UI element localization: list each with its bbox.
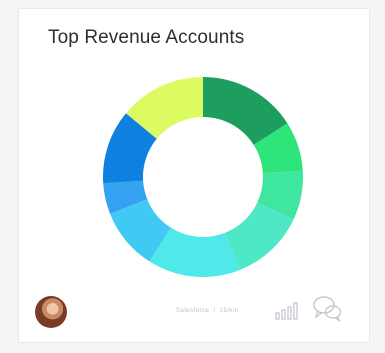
donut-chart [103, 77, 303, 277]
source-name: Salesforce [176, 308, 210, 314]
refresh-interval: 15min [219, 308, 239, 314]
source-separator: / [213, 308, 216, 314]
data-source-label: Salesforce/15min [176, 308, 238, 314]
revenue-widget-card: Top Revenue Accounts Salesforce/15min [18, 8, 370, 343]
widget-footer: Salesforce/15min [19, 284, 369, 342]
bar-chart-icon[interactable] [274, 297, 302, 321]
chat-bubbles-icon[interactable] [311, 294, 345, 324]
user-avatar[interactable] [35, 296, 67, 328]
donut-chart-svg [103, 77, 303, 277]
widget-title: Top Revenue Accounts [48, 27, 245, 48]
